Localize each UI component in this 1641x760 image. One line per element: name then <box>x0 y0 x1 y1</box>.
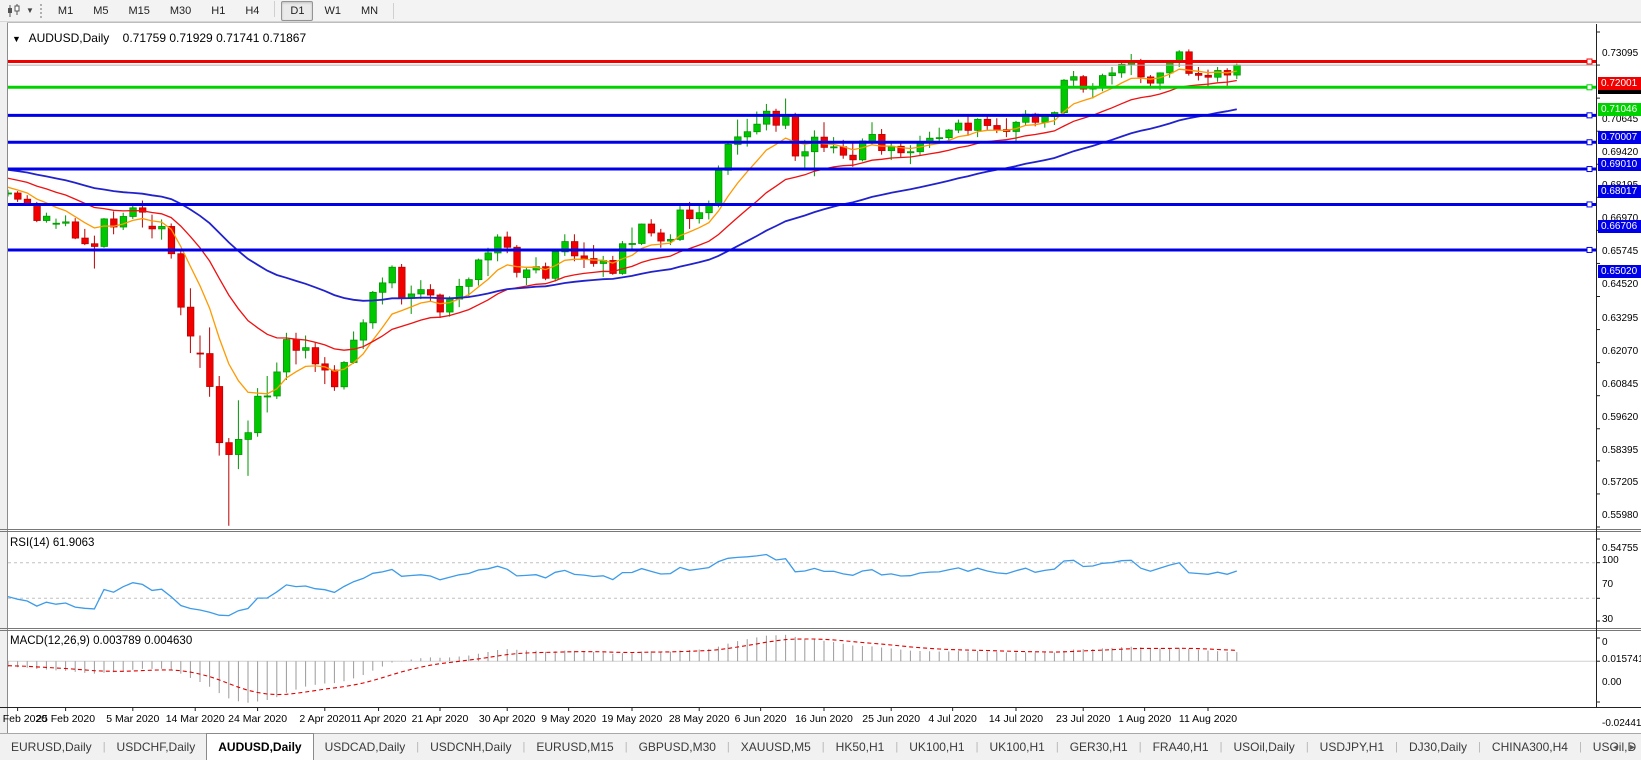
chart-tab-ger30-h1[interactable]: GER30,H1 <box>1059 734 1139 760</box>
tab-scroll-controls: ◂ ▸ <box>1610 734 1638 760</box>
timeframe-button-h1[interactable]: H1 <box>202 1 234 21</box>
chart-tab-hk50-h1[interactable]: HK50,H1 <box>825 734 896 760</box>
chart-tab-eurusd-m15[interactable]: EURUSD,M15 <box>525 734 624 760</box>
chart-tab-audusd-daily[interactable]: AUDUSD,Daily <box>206 733 313 760</box>
hline-handle[interactable] <box>1587 59 1592 64</box>
chart-tab-uk100-h1[interactable]: UK100,H1 <box>898 734 975 760</box>
hline-handle[interactable] <box>1587 247 1592 252</box>
chart-tab-china300-h4[interactable]: CHINA300,H4 <box>1481 734 1579 760</box>
chart-tab-xauusd-m5[interactable]: XAUUSD,M5 <box>730 734 822 760</box>
hline-handle[interactable] <box>1587 113 1592 118</box>
chart-tab-usdcad-daily[interactable]: USDCAD,Daily <box>314 734 417 760</box>
hline-handle[interactable] <box>1587 140 1592 145</box>
hline-handle[interactable] <box>1587 202 1592 207</box>
toolbar-separator <box>274 1 275 17</box>
chart-tabs: EURUSD,Daily|USDCHF,DailyAUDUSD,DailyUSD… <box>0 734 1641 760</box>
hline-handle[interactable] <box>1587 85 1592 90</box>
ma-fast-line <box>8 69 1237 394</box>
tab-scroll-right-icon[interactable]: ▸ <box>1627 740 1638 755</box>
tab-scroll-left-icon[interactable]: ◂ <box>1610 740 1621 755</box>
chart-tab-fra40-h1[interactable]: FRA40,H1 <box>1142 734 1220 760</box>
timeframe-buttons: M1M5M15M30H1H4 D1W1MN <box>48 1 388 21</box>
chart-tab-usoil-daily[interactable]: USOil,Daily <box>1222 734 1305 760</box>
timeframe-toolbar: ▼ M1M5M15M30H1H4 D1W1MN <box>0 0 1641 22</box>
mt4-window: { "toolbar": { "chart_icon": "candlestic… <box>0 0 1641 760</box>
timeframe-button-h4[interactable]: H4 <box>236 1 268 21</box>
chart-tab-eurusd-daily[interactable]: EURUSD,Daily <box>0 734 103 760</box>
candlestick-chart-icon[interactable] <box>3 2 25 20</box>
timeframe-button-mn[interactable]: MN <box>352 1 387 21</box>
macd-histogram <box>8 635 1237 703</box>
chart-tab-bar: EURUSD,Daily|USDCHF,DailyAUDUSD,DailyUSD… <box>0 733 1641 760</box>
timeframe-button-m5[interactable]: M5 <box>84 1 117 21</box>
chart-tab-usdchf-daily[interactable]: USDCHF,Daily <box>106 734 207 760</box>
chevron-down-icon[interactable]: ▼ <box>26 6 34 15</box>
chart-window: ▼ AUDUSD,Daily 0.71759 0.71929 0.71741 0… <box>0 22 1641 733</box>
rsi-line <box>8 555 1237 616</box>
price-chart-canvas[interactable] <box>0 22 1641 733</box>
hline-handle[interactable] <box>1587 167 1592 172</box>
chart-tab-gbpusd-m30[interactable]: GBPUSD,M30 <box>628 734 727 760</box>
timeframe-button-m30[interactable]: M30 <box>161 1 200 21</box>
chart-tab-dj30-daily[interactable]: DJ30,Daily <box>1398 734 1478 760</box>
chart-tab-usdcnh-daily[interactable]: USDCNH,Daily <box>419 734 522 760</box>
timeframe-button-w1[interactable]: W1 <box>315 1 350 21</box>
chart-tab-usdjpy-h1[interactable]: USDJPY,H1 <box>1309 734 1395 760</box>
toolbar-grip[interactable] <box>40 4 42 18</box>
macd-signal-line <box>8 639 1237 695</box>
toolbar-separator <box>393 3 394 19</box>
timeframe-button-m15[interactable]: M15 <box>119 1 158 21</box>
chart-tab-uk100-h1[interactable]: UK100,H1 <box>978 734 1055 760</box>
timeframe-button-m1[interactable]: M1 <box>49 1 82 21</box>
timeframe-button-d1[interactable]: D1 <box>281 1 313 21</box>
